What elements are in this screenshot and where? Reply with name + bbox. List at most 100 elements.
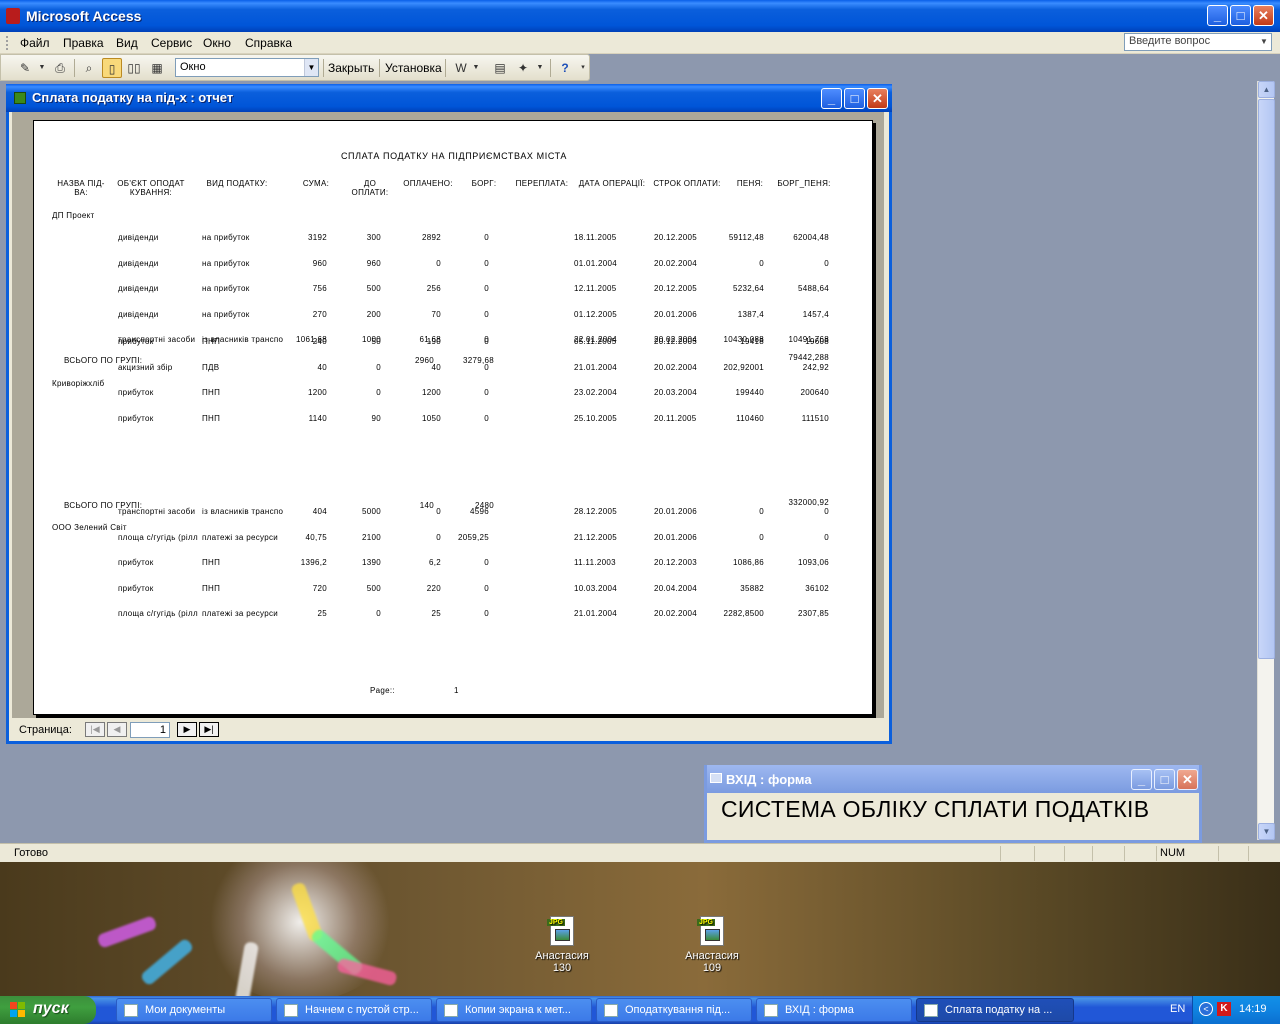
report-cell: 0 (824, 258, 829, 268)
task-taxation-db[interactable]: Оподаткування під... (596, 998, 752, 1022)
group-name: Криворіжхліб (52, 379, 105, 388)
report-cell: ПНП (202, 413, 221, 423)
vertical-scrollbar[interactable]: ▲ ▼ (1257, 81, 1275, 840)
zoom-select[interactable]: Окно ▼ (175, 58, 319, 77)
desktop-icon-label: 109 (702, 962, 722, 974)
print-preview-area[interactable]: СПЛАТА ПОДАТКУ НА ПІДПРИЄМСТВАХ МІСТА НА… (12, 112, 884, 718)
form-minimize-button[interactable]: _ (1131, 769, 1152, 790)
report-cell: 0 (484, 362, 489, 372)
form-close-button[interactable]: ✕ (1177, 769, 1198, 790)
report-cell: 199440 (735, 388, 764, 397)
chevron-down-icon[interactable]: ▼ (471, 58, 481, 78)
chevron-down-icon[interactable]: ▼ (1257, 34, 1271, 50)
minimize-button[interactable]: _ (1207, 5, 1228, 26)
column-header: ВИД ПОДАТКУ: (206, 179, 268, 188)
report-maximize-button[interactable]: □ (844, 88, 865, 109)
start-button[interactable]: пуск (0, 996, 96, 1024)
form-icon (764, 1004, 778, 1017)
report-cell: 200640 (800, 388, 829, 397)
desktop-icon-anastasia-130[interactable]: JPG Анастасия 130 (527, 916, 597, 974)
antivirus-icon[interactable]: K (1217, 1002, 1231, 1016)
access-app-icon[interactable] (6, 8, 20, 24)
light-streak (139, 937, 195, 987)
help-icon[interactable]: ? (555, 58, 575, 78)
task-my-documents[interactable]: Мои документы (116, 998, 272, 1022)
close-button[interactable]: ✕ (1253, 5, 1274, 26)
report-cell: 3200 (33, 259, 34, 268)
report-cell: 8150 (33, 533, 34, 542)
language-indicator[interactable]: EN (1170, 1003, 1185, 1015)
access-main-window: Microsoft Access _ □ ✕ Файл Правка Вид С… (0, 0, 1280, 862)
report-cell: 2520 (33, 284, 34, 293)
chevron-down-icon[interactable]: ▼ (304, 59, 318, 76)
report-cell: 0 (484, 258, 489, 268)
report-cell: 20.12.2005 (654, 284, 698, 293)
report-cell: 21.12.2005 (574, 532, 618, 542)
new-object-icon[interactable]: ✦ (513, 58, 533, 78)
menubar-grip[interactable] (6, 36, 9, 50)
form-title-bar[interactable]: ВХІД : форма _ □ ✕ (707, 765, 1199, 793)
task-screenshots[interactable]: Копии экрана к мет... (436, 998, 592, 1022)
two-pages-icon[interactable]: ▯▯ (124, 58, 144, 78)
report-cell: на прибуток (202, 309, 250, 319)
page-number-input[interactable]: 1 (130, 722, 170, 738)
form-maximize-button[interactable]: □ (1154, 769, 1175, 790)
design-view-icon[interactable]: ✎ (15, 58, 35, 78)
scroll-up-icon[interactable]: ▲ (1258, 81, 1275, 98)
scroll-thumb[interactable] (1258, 99, 1275, 659)
office-links-icon[interactable]: W (451, 58, 471, 78)
last-page-icon[interactable]: ▶| (199, 722, 219, 737)
page-footer-label: Page:: (370, 686, 395, 695)
previous-page-icon[interactable]: ◀ (107, 722, 127, 737)
report-minimize-button[interactable]: _ (821, 88, 842, 109)
close-preview-button[interactable]: Закрыть (328, 61, 374, 75)
multiple-pages-icon[interactable]: ▦ (147, 58, 167, 78)
report-cell: 111510 (801, 413, 829, 423)
task-tax-report[interactable]: Сплата податку на ... (916, 998, 1074, 1022)
report-close-button[interactable]: ✕ (867, 88, 888, 109)
chevron-down-icon[interactable]: ▼ (535, 58, 545, 78)
zoom-icon[interactable]: ⌕ (79, 58, 99, 78)
report-cell: 62004,48 (793, 233, 829, 242)
report-cell: 800 (33, 337, 34, 346)
print-icon[interactable]: ⎙ (50, 58, 70, 78)
report-cell: 0 (824, 532, 829, 542)
first-page-icon[interactable]: |◀ (85, 722, 105, 737)
report-title-bar[interactable]: Сплата податку на під-х : отчет _ □ ✕ (6, 84, 892, 112)
menu-tools[interactable]: Сервис (151, 36, 192, 50)
report-page[interactable]: СПЛАТА ПОДАТКУ НА ПІДПРИЄМСТВАХ МІСТА НА… (33, 120, 873, 715)
report-cell: 0 (484, 337, 489, 346)
task-login-form[interactable]: ВХІД : форма (756, 998, 912, 1022)
menu-help[interactable]: Справка (245, 36, 292, 50)
ask-question-input[interactable]: Введите вопрос ▼ (1124, 33, 1272, 51)
one-page-icon[interactable]: ▯ (102, 58, 122, 78)
page-setup-button[interactable]: Установка (385, 61, 442, 75)
report-icon[interactable] (14, 92, 26, 104)
access-db-icon (604, 1004, 618, 1017)
scroll-down-icon[interactable]: ▼ (1258, 823, 1275, 840)
database-window-icon[interactable]: ▤ (490, 58, 510, 78)
menu-view[interactable]: Вид (116, 36, 138, 50)
menu-file[interactable]: Файл (20, 36, 50, 50)
chevron-down-icon[interactable]: ▼ (37, 58, 47, 78)
maximize-button[interactable]: □ (1230, 5, 1251, 26)
report-cell: 20.01.2006 (654, 507, 698, 516)
report-cell: 1457,4 (802, 309, 829, 319)
next-page-icon[interactable]: ▶ (177, 722, 197, 737)
toolbar-options-icon[interactable]: ▾ (578, 58, 588, 78)
form-icon[interactable] (710, 773, 722, 783)
desktop-icon-anastasia-109[interactable]: JPG Анастасия 109 (677, 916, 747, 974)
task-word-blank[interactable]: Начнем с пустой стр... (276, 998, 432, 1022)
report-cell: 21.01.2004 (574, 362, 618, 372)
tray-arrow-icon[interactable]: < (1199, 1002, 1213, 1016)
report-cell: на прибуток (202, 258, 250, 268)
menu-window[interactable]: Окно (203, 36, 231, 50)
title-bar[interactable]: Microsoft Access _ □ ✕ (0, 0, 1280, 32)
report-cell: 20.01.2006 (654, 309, 698, 319)
column-header: СУМА: (302, 179, 330, 188)
menu-edit[interactable]: Правка (63, 36, 104, 50)
column-header: БОРГ_ПЕНЯ: (777, 179, 831, 188)
report-cell: прибуток (118, 558, 154, 567)
report-cell: 202,92001 (723, 362, 764, 372)
report-cell: 20.02.2004 (654, 258, 698, 268)
